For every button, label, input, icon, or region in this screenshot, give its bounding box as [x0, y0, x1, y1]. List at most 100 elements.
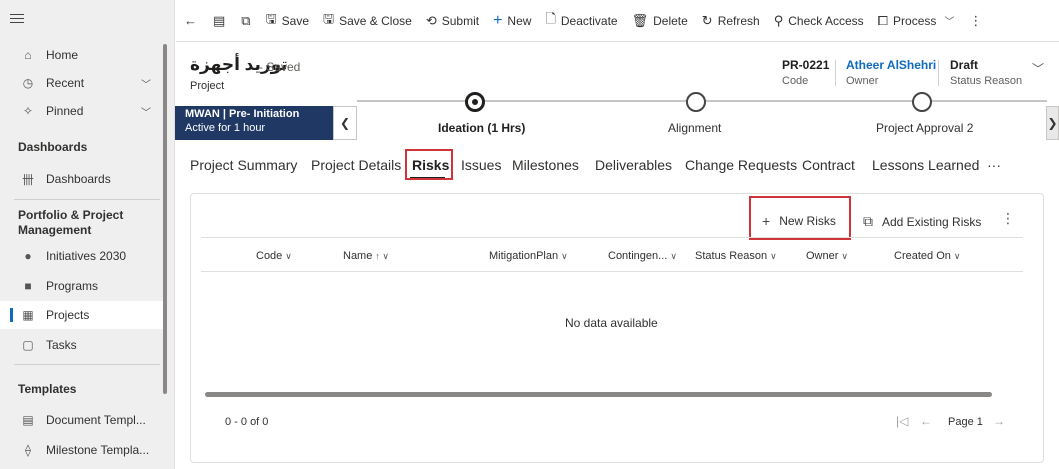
- program-icon: ■: [24, 279, 32, 293]
- hamburger-menu-icon[interactable]: [10, 14, 24, 24]
- header-divider: [938, 60, 939, 86]
- plus-icon: +: [493, 11, 503, 29]
- tab-lessons-learned[interactable]: Lessons Learned: [872, 157, 979, 173]
- highlight-box-new-risks: [749, 196, 851, 240]
- more-commands-button[interactable]: ⋮: [961, 0, 990, 42]
- save-button[interactable]: 🖫 Save: [259, 0, 316, 42]
- highlight-box-risks-tab: [405, 149, 453, 180]
- tab-change-requests[interactable]: Change Requests: [685, 157, 797, 173]
- chevron-down-icon: ﹀: [944, 17, 955, 28]
- chevron-down-icon: ∨: [953, 251, 961, 261]
- tab-milestones[interactable]: Milestones: [512, 157, 579, 173]
- column-header-created-on[interactable]: Created On ∨: [894, 250, 960, 262]
- sidebar-item-label: Milestone Templa...: [46, 443, 150, 457]
- sidebar-divider: [14, 364, 160, 365]
- trash-icon: 🗑: [631, 12, 649, 28]
- bpf-stage-label[interactable]: Alignment: [668, 121, 721, 135]
- submit-button[interactable]: ⟲ Submit: [419, 0, 486, 42]
- header-field-status: Draft Status Reason: [950, 58, 1023, 87]
- deactivate-icon: 🗋: [545, 10, 556, 26]
- column-header-owner[interactable]: Owner ∨: [806, 250, 848, 262]
- bpf-stage-node-ideation[interactable]: [465, 92, 485, 112]
- record-count: 0 - 0 of 0: [225, 416, 269, 428]
- tab-project-details[interactable]: Project Details: [311, 157, 401, 173]
- chevron-down-icon: ∨: [285, 251, 292, 261]
- sidebar-item-pinned[interactable]: ✧ Pinned ﹀: [0, 97, 165, 125]
- bpf-stage-label[interactable]: Ideation (1 Hrs): [438, 121, 525, 135]
- task-icon: ▢: [22, 338, 34, 352]
- more-vertical-icon: ⋮: [969, 12, 983, 28]
- column-header-name[interactable]: Name ↑ ∨: [343, 250, 389, 262]
- sidebar-item-label: Pinned: [46, 104, 84, 118]
- sidebar-item-label: Initiatives 2030: [46, 249, 127, 263]
- section-header-dashboards: Dashboards: [18, 140, 88, 154]
- sidebar-item-programs[interactable]: ■ Programs: [0, 272, 165, 300]
- clock-icon: ◷: [22, 76, 34, 90]
- expand-header-chevron-icon[interactable]: ﹀: [1032, 60, 1044, 77]
- check-access-button[interactable]: ⚲ Check Access: [767, 0, 871, 42]
- home-icon: ⌂: [24, 48, 32, 62]
- back-arrow-icon: ←: [184, 13, 197, 28]
- back-button[interactable]: ←: [176, 0, 205, 42]
- column-header-contingency[interactable]: Contingen... ∨: [608, 250, 677, 262]
- sidebar-item-label: Tasks: [46, 338, 77, 352]
- chevron-down-icon: ∨: [561, 251, 568, 261]
- owner-link[interactable]: Atheer AlShehri: [846, 58, 936, 72]
- column-header-code[interactable]: Code ∨: [256, 250, 292, 262]
- header-field-owner: Atheer AlShehri Owner: [846, 58, 937, 87]
- tab-issues[interactable]: Issues: [461, 157, 501, 173]
- empty-grid-message: No data available: [565, 316, 658, 330]
- record-set-button[interactable]: ▤: [205, 0, 233, 42]
- form-icon: ▤: [213, 12, 226, 28]
- column-header-mitigation[interactable]: MitigationPlan ∨: [489, 250, 568, 262]
- sidebar-item-tasks[interactable]: ▢ Tasks: [0, 331, 165, 359]
- more-vertical-icon[interactable]: ⋮: [1001, 210, 1015, 227]
- sidebar-item-label: Recent: [46, 76, 85, 90]
- chevron-down-icon[interactable]: ﹀: [141, 76, 151, 91]
- save-close-icon: 🖫: [323, 10, 335, 26]
- bpf-prev-button[interactable]: ❮: [333, 106, 357, 140]
- flow-icon: ⟲: [425, 12, 437, 28]
- save-status: - Saved: [259, 60, 301, 74]
- previous-page-icon[interactable]: ←: [920, 414, 932, 428]
- sidebar-item-label: Document Templ...: [46, 413, 146, 427]
- chevron-down-icon[interactable]: ﹀: [141, 104, 151, 119]
- tab-project-summary[interactable]: Project Summary: [190, 157, 297, 173]
- pop-out-icon: ⧉: [241, 12, 251, 28]
- bpf-stage-node-approval[interactable]: [912, 92, 932, 112]
- section-header-templates: Templates: [18, 382, 77, 396]
- sidebar-scrollbar[interactable]: [163, 44, 167, 394]
- deactivate-button[interactable]: 🗋 Deactivate: [538, 0, 624, 42]
- sidebar-item-document-templates[interactable]: ▤ Document Templ...: [0, 406, 165, 434]
- refresh-button[interactable]: ↻ Refresh: [695, 0, 767, 42]
- sidebar-item-label: Programs: [46, 279, 99, 293]
- page-indicator: Page 1: [948, 416, 983, 428]
- bpf-next-button[interactable]: ❯: [1046, 106, 1059, 140]
- process-button[interactable]: ⧠ Process ﹀: [871, 0, 962, 42]
- tab-contract[interactable]: Contract: [802, 157, 855, 173]
- sidebar-item-label: Dashboards: [46, 172, 111, 186]
- sidebar-item-home[interactable]: ⌂ Home: [0, 41, 165, 69]
- open-new-window-button[interactable]: ⧉: [233, 0, 258, 42]
- bpf-stage-node-alignment[interactable]: [686, 92, 706, 112]
- horizontal-scrollbar[interactable]: [205, 392, 992, 397]
- delete-button[interactable]: 🗑 Delete: [625, 0, 695, 42]
- sidebar-item-recent[interactable]: ◷ Recent ﹀: [0, 69, 165, 97]
- sidebar-item-projects[interactable]: ▦ Projects: [0, 301, 165, 329]
- bpf-active-process[interactable]: MWAN | Pre- Initiation Active for 1 hour: [175, 106, 333, 140]
- site-map-sidebar: ⌂ Home ◷ Recent ﹀ ✧ Pinned ﹀ Dashboards …: [0, 0, 175, 469]
- new-button[interactable]: + New: [486, 0, 538, 42]
- bpf-stage-label[interactable]: Project Approval 2: [876, 121, 973, 135]
- save-close-button[interactable]: 🖫 Save & Close: [316, 0, 419, 42]
- column-header-status-reason[interactable]: Status Reason ∨: [695, 250, 777, 262]
- entity-name: Project: [190, 80, 225, 92]
- tab-deliverables[interactable]: Deliverables: [595, 157, 672, 173]
- first-page-icon[interactable]: |◁: [896, 414, 908, 428]
- tab-overflow-more[interactable]: ···: [987, 157, 1001, 173]
- sidebar-item-initiatives[interactable]: ● Initiatives 2030: [0, 242, 165, 270]
- grid-divider: [201, 237, 1023, 238]
- next-page-icon[interactable]: →: [993, 414, 1005, 428]
- add-existing-risks-button[interactable]: ⧉ Add Existing Risks: [863, 213, 981, 230]
- sidebar-item-milestone-templates[interactable]: ⟠ Milestone Templa...: [0, 436, 165, 464]
- sidebar-item-dashboards[interactable]: 卌 Dashboards: [0, 165, 165, 193]
